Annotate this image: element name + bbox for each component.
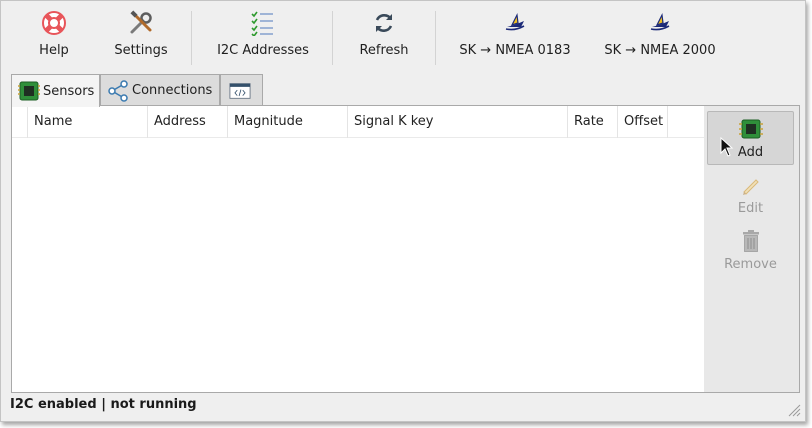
toolbar-separator <box>191 11 192 65</box>
tools-icon <box>127 9 155 37</box>
refresh-label: Refresh <box>359 43 409 58</box>
chip-icon <box>18 80 40 102</box>
add-label: Add <box>737 145 764 160</box>
tab-sensors[interactable]: Sensors <box>11 74 100 107</box>
column-header-magnitude[interactable]: Magnitude <box>228 106 348 138</box>
action-sidebar: Add Edit Remove <box>704 106 799 392</box>
sensors-panel: Name Address Magnitude Signal K key Rate… <box>11 105 800 393</box>
help-label: Help <box>39 43 69 58</box>
edit-button[interactable]: Edit <box>707 168 794 222</box>
share-icon <box>107 79 129 102</box>
tab-connections-label: Connections <box>132 83 213 98</box>
mouse-cursor-icon <box>720 137 734 157</box>
settings-label: Settings <box>114 43 168 58</box>
toolbar: Help Settings I2C Addresses Refresh SK →… <box>1 1 805 69</box>
tab-code[interactable] <box>220 74 263 106</box>
sk-to-nmea0183-label: SK → NMEA 0183 <box>459 43 571 58</box>
app-window: Help Settings I2C Addresses Refresh SK →… <box>0 0 806 422</box>
tab-sensors-label: Sensors <box>43 83 95 99</box>
sk-to-nmea2000-button[interactable]: SK → NMEA 2000 <box>602 9 718 65</box>
column-header-rate[interactable]: Rate <box>568 106 618 138</box>
table-header: Name Address Magnitude Signal K key Rate… <box>12 106 704 138</box>
sailboat-icon <box>646 9 674 37</box>
sk-to-nmea2000-label: SK → NMEA 2000 <box>604 43 716 58</box>
remove-label: Remove <box>724 257 777 272</box>
column-header-name[interactable]: Name <box>28 106 148 138</box>
column-header-signalk-key[interactable]: Signal K key <box>348 106 568 138</box>
i2c-addresses-label: I2C Addresses <box>217 43 309 58</box>
toolbar-separator <box>435 11 436 65</box>
tab-connections[interactable]: Connections <box>100 74 220 106</box>
sensors-table[interactable]: Name Address Magnitude Signal K key Rate… <box>12 106 704 392</box>
settings-button[interactable]: Settings <box>113 9 169 65</box>
refresh-button[interactable]: Refresh <box>358 9 410 65</box>
trash-icon <box>738 228 764 254</box>
table-header-spacer <box>12 106 28 138</box>
sailboat-icon <box>501 9 529 37</box>
toolbar-separator <box>332 11 333 65</box>
remove-button[interactable]: Remove <box>707 224 794 278</box>
chip-icon <box>738 116 764 142</box>
checklist-icon <box>249 9 277 37</box>
i2c-addresses-button[interactable]: I2C Addresses <box>215 9 311 65</box>
help-button[interactable]: Help <box>37 9 71 65</box>
pencil-icon <box>738 172 764 198</box>
column-header-address[interactable]: Address <box>148 106 228 138</box>
column-header-offset[interactable]: Offset <box>618 106 668 138</box>
edit-label: Edit <box>737 201 764 216</box>
sk-to-nmea0183-button[interactable]: SK → NMEA 0183 <box>458 9 572 65</box>
refresh-icon <box>370 9 398 37</box>
lifebuoy-icon <box>40 9 68 37</box>
status-bar-text: I2C enabled | not running <box>10 397 197 412</box>
resize-grip-icon[interactable] <box>785 401 801 417</box>
code-window-icon <box>229 80 251 102</box>
